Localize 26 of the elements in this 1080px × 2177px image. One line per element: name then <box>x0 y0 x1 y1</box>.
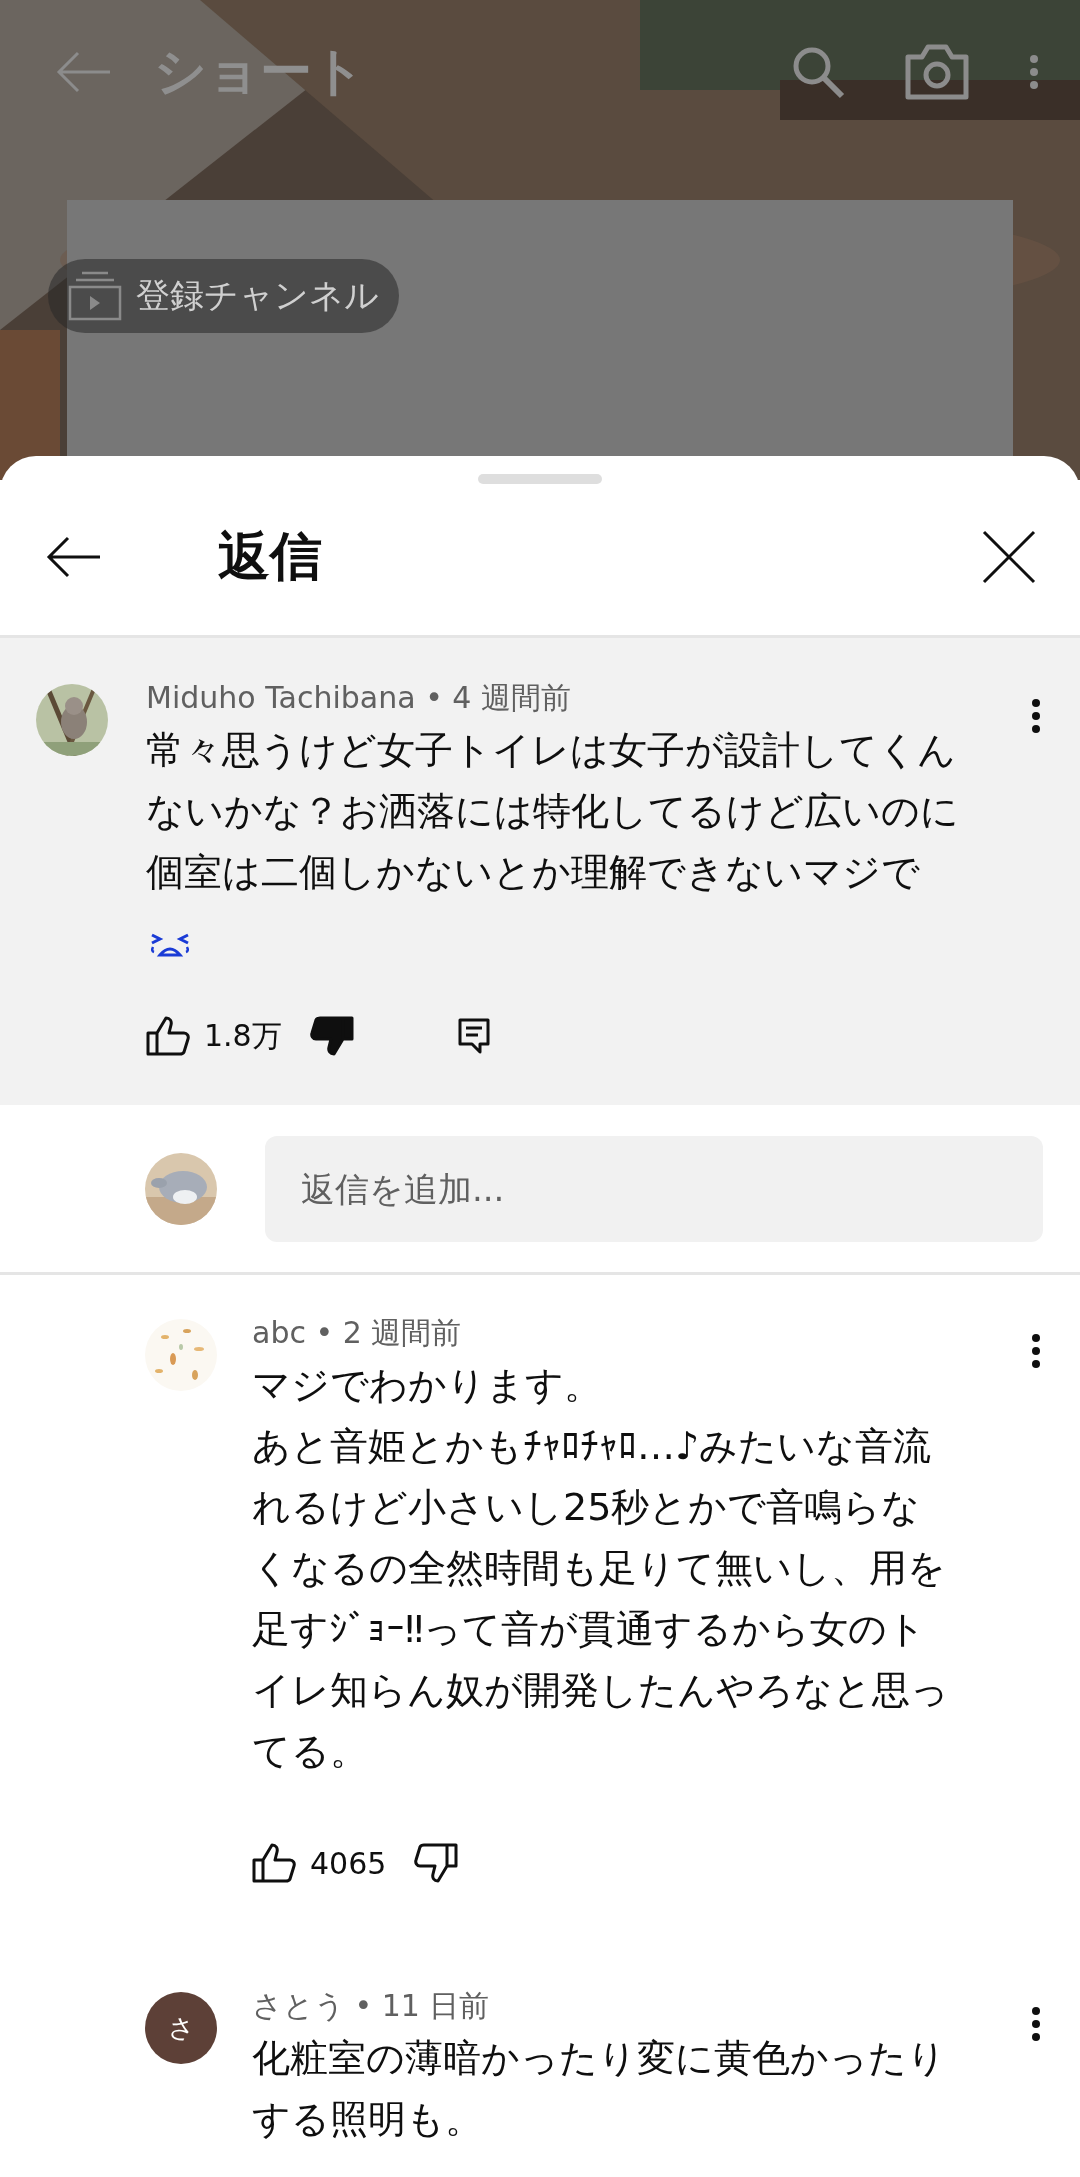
comment-meta: Miduho Tachibana • 4 週間前 <box>146 679 572 717</box>
more-icon[interactable] <box>1030 1333 1042 1369</box>
comment-text: あと音姫とかもﾁｬﾛﾁｬﾛ…♪みたいな音流れるけど小さいし25秒とかで音鳴らなくなるの全然時間も足りて無いし、用を足すｼﾞｮｰ‼って音が貫通するから女のトイレ知らん奴が開発したんやろなと思ってる。 <box>252 1423 950 1775</box>
dislike-icon[interactable] <box>309 1016 354 1056</box>
comment-text: 常々思うけど女子トイレは女子が設計してくんないかな？お洒落には特化してるけど広いのに個室は二個しかないとか理解できないマジで <box>146 727 960 896</box>
comment-meta: abc • 2 週間前 <box>252 1314 463 1352</box>
like-count: 1.8万 <box>204 1016 282 1055</box>
like-icon[interactable] <box>252 1843 296 1883</box>
more-icon[interactable] <box>1030 698 1042 734</box>
comment-text: マジでわかります。 <box>252 1362 603 1409</box>
subscriptions-chip[interactable]: 登録チャンネル <box>48 259 399 333</box>
subscriptions-icon <box>68 271 122 321</box>
like-count: 4065 <box>310 1845 387 1881</box>
comment-meta: さとう • 11 日前 <box>252 1987 491 2025</box>
comment-icon[interactable] <box>457 1018 490 1054</box>
back-icon[interactable] <box>46 534 102 579</box>
drag-handle[interactable] <box>478 474 602 484</box>
close-icon[interactable] <box>982 529 1036 584</box>
more-icon[interactable] <box>1030 2006 1042 2042</box>
like-icon[interactable] <box>146 1016 190 1056</box>
avatar: さ <box>145 1992 217 2064</box>
sheet-title: 返信 <box>218 524 323 588</box>
dislike-icon[interactable] <box>414 1843 459 1883</box>
comment-text: 化粧室の薄暗かったり変に黄色かったりする照明も。 <box>252 2035 947 2143</box>
camera-icon[interactable] <box>904 43 970 101</box>
reply-field[interactable]: 返信を追加... <box>265 1135 1043 1242</box>
